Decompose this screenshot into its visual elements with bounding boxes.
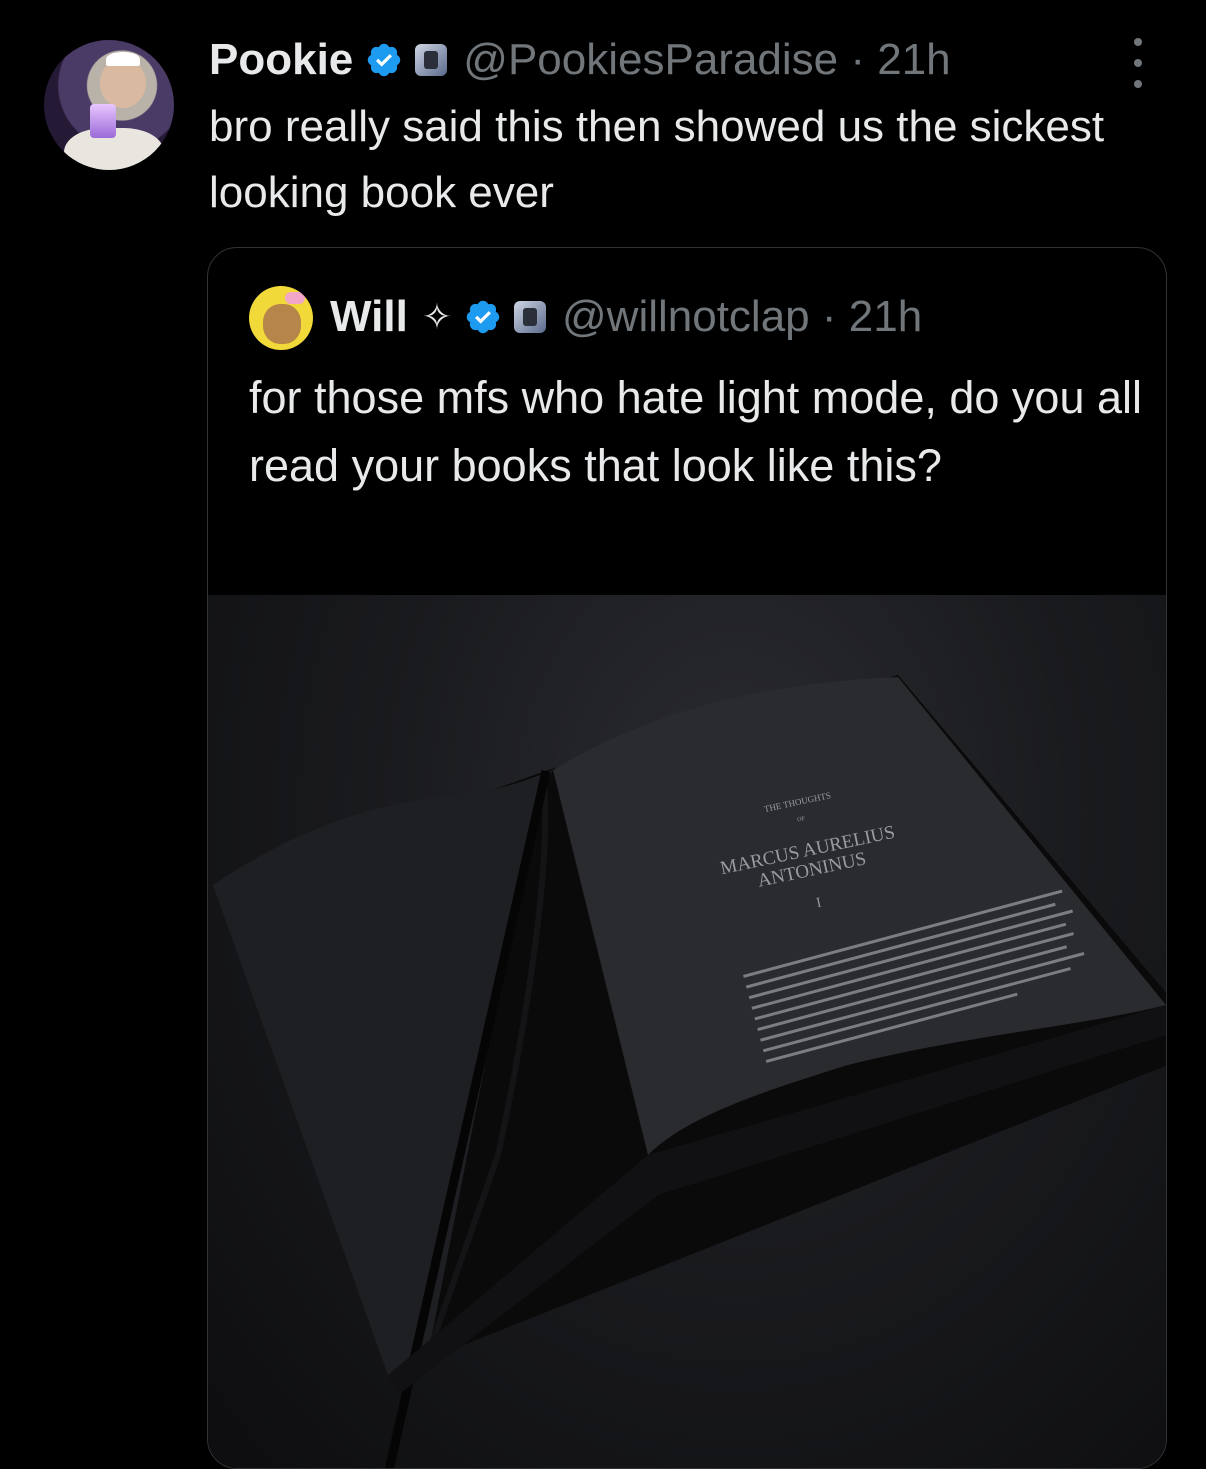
verified-badge-icon [466,300,500,334]
more-options-icon[interactable] [1128,38,1148,88]
author-handle-time[interactable]: @PookiesParadise · 21h [463,35,950,85]
tweet-header: Pookie @PookiesParadise · 21h [209,30,951,90]
quoted-author-name[interactable]: Will [330,292,408,342]
tweet-text: bro really said this then showed us the … [209,102,1105,217]
quoted-author-avatar[interactable] [249,286,313,350]
black-book-illustration: THE THOUGHTS OF MARCUS AURELIUS ANTONINU… [213,675,1166,1468]
quoted-author-handle-time[interactable]: @willnotclap · 21h [562,292,922,342]
affiliate-badge-icon [514,301,546,333]
quoted-tweet-header: Will ✧ @willnotclap · 21h [330,288,922,346]
author-name[interactable]: Pookie [209,35,353,85]
verified-badge-icon [368,43,401,77]
sparkle-icon: ✧ [421,296,452,337]
quoted-tweet-text: for those mfs who hate light mode, do yo… [249,372,1142,491]
quoted-tweet[interactable]: Will ✧ @willnotclap · 21h for those mfs … [207,247,1167,1469]
affiliate-badge-icon [415,44,448,76]
author-avatar[interactable] [44,40,174,170]
book-photo[interactable]: THE THOUGHTS OF MARCUS AURELIUS ANTONINU… [208,595,1166,1468]
